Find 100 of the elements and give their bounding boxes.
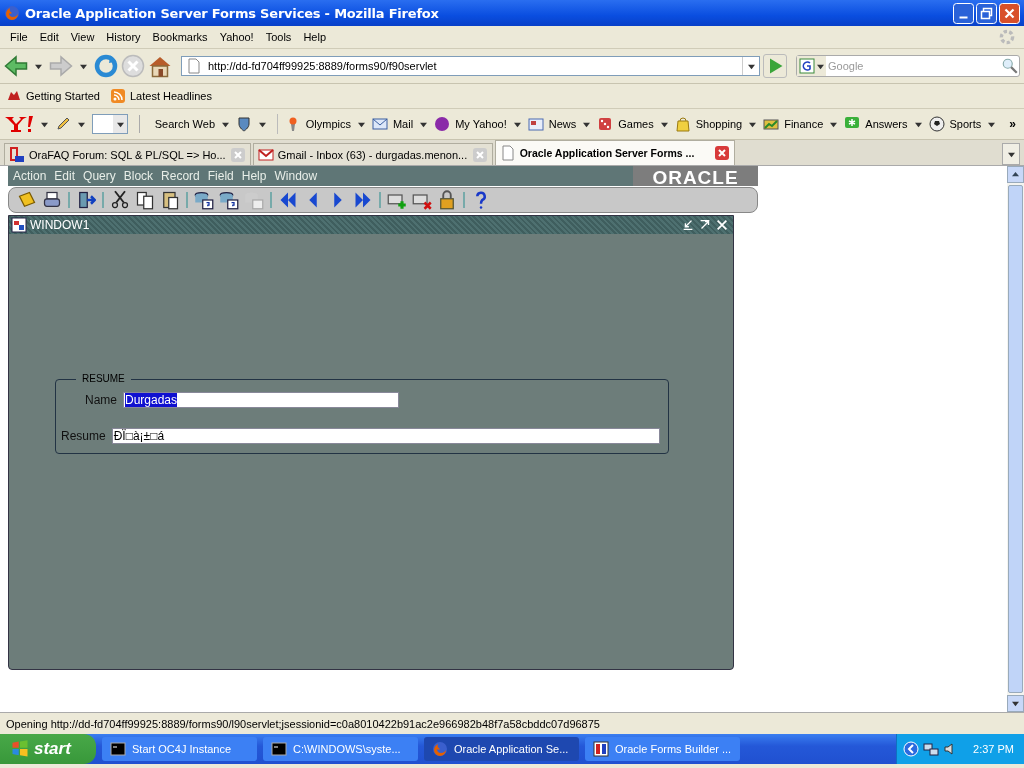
dropdown-arrow-icon[interactable]	[116, 120, 124, 128]
dropdown-arrow-icon[interactable]	[257, 120, 268, 128]
taskbar-button[interactable]: Oracle Forms Builder ...	[585, 737, 740, 761]
bookmark-link[interactable]: Latest Headlines	[130, 90, 212, 102]
console-icon	[271, 741, 287, 757]
circle-icon	[434, 116, 451, 132]
browser-tab[interactable]: OraFAQ Forum: SQL & PL/SQL => Ho...	[4, 143, 251, 165]
search-engine-icon[interactable]	[799, 58, 815, 74]
toolbar-link[interactable]: Shopping	[695, 118, 743, 130]
toolbar-link[interactable]: Search Web	[154, 118, 215, 130]
paste-button[interactable]	[160, 190, 180, 210]
toolbar-link[interactable]: Mail	[392, 118, 414, 130]
browser-tab[interactable]: Gmail - Inbox (63) - durgadas.menon...	[252, 143, 493, 165]
chart-icon	[763, 116, 780, 132]
lock-record-button[interactable]	[437, 190, 457, 210]
minimize-button[interactable]	[681, 218, 695, 232]
toolbar-link[interactable]: Games	[618, 118, 654, 130]
exit-button[interactable]	[76, 190, 96, 210]
bookmark-link[interactable]: Getting Started	[26, 90, 100, 102]
dropdown-arrow-icon[interactable]	[78, 62, 89, 70]
throbber-icon	[998, 28, 1016, 46]
toolbar-link[interactable]: Sports	[949, 118, 982, 130]
status-text: Opening http://dd-fd704ff99925:8889/forms90/l90servlet;jsessionid=c0a8010422b91ac2e966982b48f7a58cbddc07d96875	[6, 717, 600, 730]
firefox-icon	[4, 5, 20, 21]
dropdown-arrow-icon[interactable]	[220, 120, 231, 128]
menu-item[interactable]: File	[4, 29, 34, 45]
text-field[interactable]: ĐÏ□à¡±□á	[111, 428, 660, 444]
menu-item[interactable]: Yahoo!	[213, 29, 260, 45]
shield-icon[interactable]	[236, 116, 252, 132]
cut-button[interactable]	[110, 190, 130, 210]
frame-title: RESUME	[76, 373, 131, 384]
dropdown-arrow-icon[interactable]	[1007, 150, 1015, 158]
toolbar-link[interactable]: My Yahoo!	[455, 118, 507, 130]
menu-item[interactable]: Record	[157, 169, 204, 183]
text-field[interactable]: Durgadas	[123, 392, 399, 408]
dropdown-arrow-icon[interactable]	[39, 120, 50, 128]
search-field[interactable]: Google	[796, 55, 1020, 77]
enter-query-button[interactable]	[194, 190, 214, 210]
close-tab-button[interactable]	[713, 145, 730, 161]
network-icon[interactable]	[923, 741, 940, 757]
pencil-icon[interactable]	[55, 116, 71, 132]
menu-item[interactable]: Window	[270, 169, 322, 183]
tab-list-button[interactable]	[1002, 143, 1020, 165]
close-button[interactable]	[999, 2, 1020, 24]
windows-logo-icon	[10, 739, 30, 759]
toolbar-link[interactable]: Olympics	[305, 118, 351, 130]
field-label: Name	[85, 393, 117, 407]
dropdown-arrow-icon[interactable]	[747, 62, 755, 70]
chevron-button[interactable]: »	[1005, 117, 1020, 131]
taskbar-button[interactable]: Start OC4J Instance	[102, 737, 257, 761]
menu-item[interactable]: Block	[119, 169, 158, 183]
restore-button[interactable]	[976, 2, 997, 24]
menu-item[interactable]: Help	[297, 29, 332, 45]
menu-item[interactable]: Help	[237, 169, 271, 183]
menu-item[interactable]: Field	[203, 169, 238, 183]
menu-item[interactable]: History	[100, 29, 147, 45]
scroll-up-arrow-icon[interactable]	[1012, 171, 1019, 178]
menu-item[interactable]: Edit	[33, 29, 65, 45]
first-record-button[interactable]	[278, 190, 298, 210]
scroll-down-button[interactable]	[1007, 695, 1024, 712]
menu-item[interactable]: Action	[9, 169, 51, 183]
print-button[interactable]	[42, 190, 62, 210]
envelope-icon	[257, 146, 274, 163]
menu-item[interactable]: Query	[79, 169, 120, 183]
show-hidden-icons-button[interactable]	[903, 741, 920, 757]
toolbar-grip	[139, 115, 142, 133]
toolbar-link[interactable]: Answers	[865, 118, 908, 130]
rss-icon	[110, 88, 126, 104]
minimize-button[interactable]	[953, 2, 974, 24]
menu-item[interactable]: Bookmarks	[146, 29, 214, 45]
execute-query-button[interactable]	[219, 190, 239, 210]
reload-button[interactable]	[94, 54, 118, 78]
menu-item[interactable]: Edit	[50, 169, 80, 183]
go-button[interactable]	[763, 54, 787, 78]
scroll-up-button[interactable]	[1007, 166, 1024, 183]
toolbar-link[interactable]: News	[548, 118, 577, 130]
console-icon	[110, 741, 126, 757]
last-record-button[interactable]	[353, 190, 373, 210]
dropdown-arrow-icon[interactable]	[817, 62, 824, 70]
taskbar-button[interactable]: Oracle Application Se...	[424, 737, 579, 761]
scroll-down-arrow-icon[interactable]	[1012, 700, 1019, 707]
yahoo-logo[interactable]	[4, 115, 34, 133]
envelope-icon	[371, 116, 388, 132]
app-icon	[593, 741, 609, 757]
search-button[interactable]	[1001, 57, 1019, 75]
home-button[interactable]	[148, 54, 172, 78]
back-button[interactable]	[4, 54, 28, 78]
copy-button[interactable]	[135, 190, 155, 210]
dropdown-arrow-icon[interactable]	[76, 120, 87, 128]
search-field[interactable]	[92, 114, 129, 134]
save-button[interactable]	[17, 190, 37, 210]
dropdown-arrow-icon[interactable]	[33, 62, 44, 70]
close-button[interactable]	[715, 218, 729, 232]
scrollbar-thumb[interactable]	[1008, 185, 1023, 693]
menu-item[interactable]: Tools	[259, 29, 298, 45]
toolbar-link[interactable]: Finance	[784, 118, 824, 130]
menu-item[interactable]: View	[64, 29, 101, 45]
browser-tab[interactable]: Oracle Application Server Forms ...	[494, 140, 735, 165]
address-field[interactable]: http://dd-fd704ff99925:8889/forms90/f90servlet	[181, 56, 760, 76]
taskbar-button[interactable]: C:\WINDOWS\syste...	[263, 737, 418, 761]
